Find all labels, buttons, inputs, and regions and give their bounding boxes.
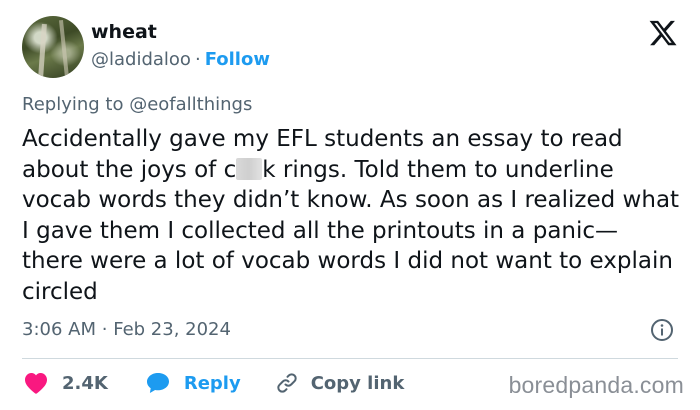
tweet-time: 3:06 AM xyxy=(22,319,96,340)
speech-bubble-icon xyxy=(146,373,169,393)
divider xyxy=(22,358,678,359)
tweet-text: Accidentally gave my EFL students an ess… xyxy=(22,124,682,307)
heart-icon xyxy=(25,373,47,394)
x-logo-icon[interactable] xyxy=(648,18,678,48)
info-icon[interactable] xyxy=(650,318,674,342)
copy-link-label: Copy link xyxy=(310,372,405,394)
watermark: boredpanda.com xyxy=(508,372,684,398)
follow-button[interactable]: Follow xyxy=(205,49,270,70)
avatar[interactable] xyxy=(22,16,84,78)
user-handle[interactable]: @ladidaloo xyxy=(91,49,191,70)
timestamp-separator: · xyxy=(101,319,108,340)
reply-button[interactable]: Reply xyxy=(146,372,241,394)
like-button[interactable]: 2.4K xyxy=(24,372,108,394)
reply-label: Reply xyxy=(183,372,241,394)
like-count: 2.4K xyxy=(62,372,108,394)
tweet-timestamp[interactable]: 3:06 AM · Feb 23, 2024 xyxy=(22,318,231,342)
copy-link-button[interactable]: Copy link xyxy=(275,371,405,395)
action-bar: 2.4K Reply Copy link xyxy=(24,370,404,396)
handle-row: @ladidaloo · Follow xyxy=(91,48,270,72)
replying-to: Replying to @eofallthings xyxy=(22,93,252,117)
replying-to-handle[interactable]: @eofallthings xyxy=(129,94,252,115)
tweet-date: Feb 23, 2024 xyxy=(113,319,231,340)
display-name[interactable]: wheat xyxy=(91,20,157,44)
replying-to-label: Replying to xyxy=(22,94,124,115)
link-icon xyxy=(277,373,297,393)
censor-block xyxy=(236,157,263,180)
handle-separator: · xyxy=(194,49,201,70)
